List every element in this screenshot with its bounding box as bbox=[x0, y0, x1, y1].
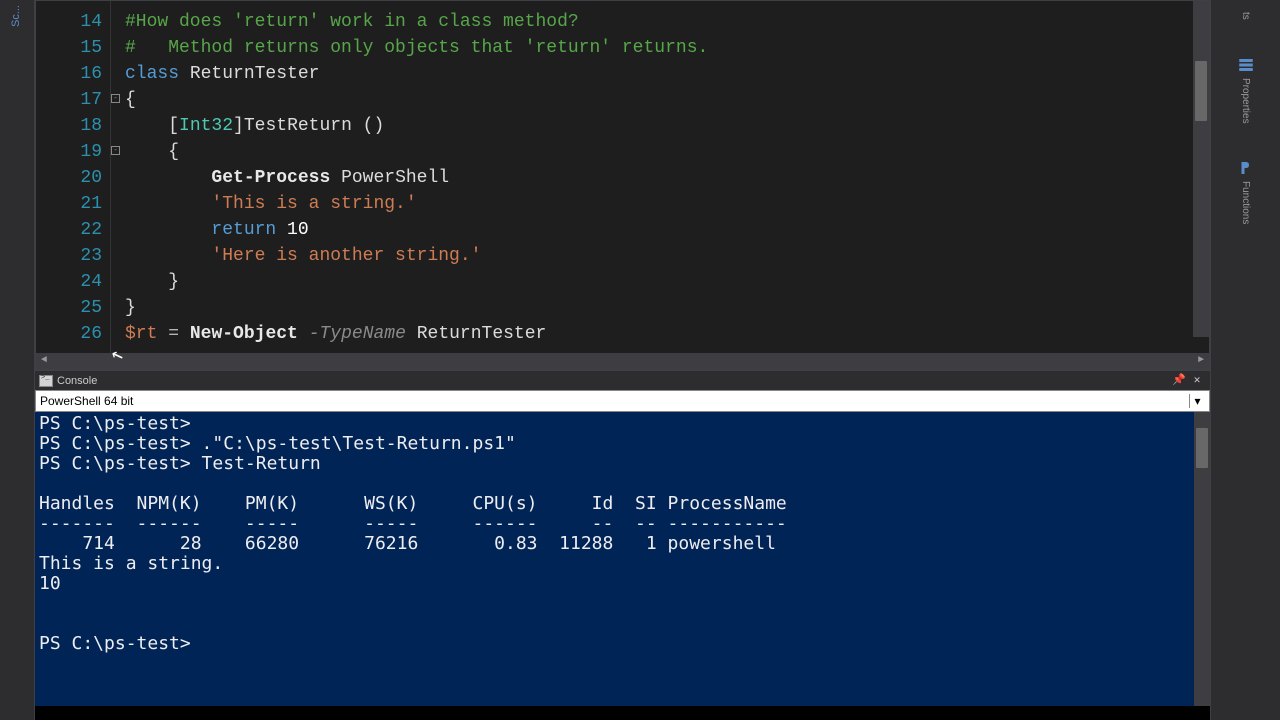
code-text-area[interactable]: #How does 'return' work in a class metho… bbox=[111, 1, 1209, 353]
powershell-host-selector[interactable]: PowerShell 64 bit ▾ bbox=[35, 390, 1210, 412]
editor-horizontal-scrollbar[interactable]: ◄ ► bbox=[36, 353, 1209, 369]
line-number: 19- bbox=[36, 139, 110, 165]
editor-vertical-scrollbar[interactable] bbox=[1193, 1, 1209, 337]
code-line[interactable]: { bbox=[125, 87, 1209, 113]
code-line[interactable]: Get-Process PowerShell bbox=[125, 165, 1209, 191]
console-vertical-scrollbar[interactable] bbox=[1194, 412, 1210, 706]
code-line[interactable]: 'Here is another string.' bbox=[125, 243, 1209, 269]
line-number: 25 bbox=[36, 295, 110, 321]
console-panel-header: Console 📌 ✕ bbox=[35, 370, 1210, 390]
hscroll-track[interactable] bbox=[52, 353, 1193, 369]
line-number: 22 bbox=[36, 217, 110, 243]
code-line[interactable]: # Method returns only objects that 'retu… bbox=[125, 35, 1209, 61]
close-button[interactable]: ✕ bbox=[1188, 373, 1206, 389]
selector-value: PowerShell 64 bit bbox=[40, 394, 1189, 408]
scroll-left-arrow[interactable]: ◄ bbox=[36, 353, 52, 369]
right-rail-functions[interactable]: Functions bbox=[1211, 151, 1280, 232]
right-tool-rail: ts Properties Functions bbox=[1210, 0, 1280, 720]
dropdown-arrow-icon[interactable]: ▾ bbox=[1189, 394, 1205, 408]
scroll-right-arrow[interactable]: ► bbox=[1193, 353, 1209, 369]
console-title: Console bbox=[57, 375, 1170, 387]
left-rail-label: Sc... bbox=[10, 5, 22, 27]
scrollbar-thumb[interactable] bbox=[1196, 428, 1208, 468]
right-rail-properties[interactable]: Properties bbox=[1211, 48, 1280, 132]
line-number: 24 bbox=[36, 269, 110, 295]
left-tool-rail[interactable]: Sc... bbox=[0, 0, 35, 720]
line-number: 21 bbox=[36, 191, 110, 217]
console-bottom-bar bbox=[35, 706, 1210, 720]
code-editor[interactable]: 14151617-1819-20212223242526 #How does '… bbox=[35, 0, 1210, 370]
code-line[interactable]: class ReturnTester bbox=[125, 61, 1209, 87]
code-line[interactable]: #How does 'return' work in a class metho… bbox=[125, 9, 1209, 35]
line-number: 23 bbox=[36, 243, 110, 269]
code-line[interactable]: } bbox=[125, 269, 1209, 295]
line-number: 14 bbox=[36, 9, 110, 35]
console-icon bbox=[39, 375, 53, 387]
code-line[interactable]: return 10 bbox=[125, 217, 1209, 243]
properties-icon bbox=[1237, 56, 1255, 74]
line-number: 20 bbox=[36, 165, 110, 191]
console-output[interactable]: PS C:\ps-test> PS C:\ps-test> ."C:\ps-te… bbox=[35, 412, 1210, 706]
right-rail-item[interactable]: ts bbox=[1211, 4, 1280, 28]
pin-button[interactable]: 📌 bbox=[1170, 373, 1188, 389]
code-line[interactable]: 'This is a string.' bbox=[125, 191, 1209, 217]
code-line[interactable]: $rt = New-Object -TypeName ReturnTester bbox=[125, 321, 1209, 347]
functions-icon bbox=[1237, 159, 1255, 177]
code-line[interactable]: } bbox=[125, 295, 1209, 321]
line-number: 18 bbox=[36, 113, 110, 139]
line-number-gutter: 14151617-1819-20212223242526 bbox=[36, 1, 111, 353]
line-number: 15 bbox=[36, 35, 110, 61]
code-line[interactable]: [Int32]TestReturn () bbox=[125, 113, 1209, 139]
code-line[interactable]: { bbox=[125, 139, 1209, 165]
scrollbar-thumb[interactable] bbox=[1195, 61, 1207, 121]
line-number: 17- bbox=[36, 87, 110, 113]
line-number: 26 bbox=[36, 321, 110, 347]
console-text: PS C:\ps-test> PS C:\ps-test> ."C:\ps-te… bbox=[39, 414, 1206, 654]
line-number: 16 bbox=[36, 61, 110, 87]
